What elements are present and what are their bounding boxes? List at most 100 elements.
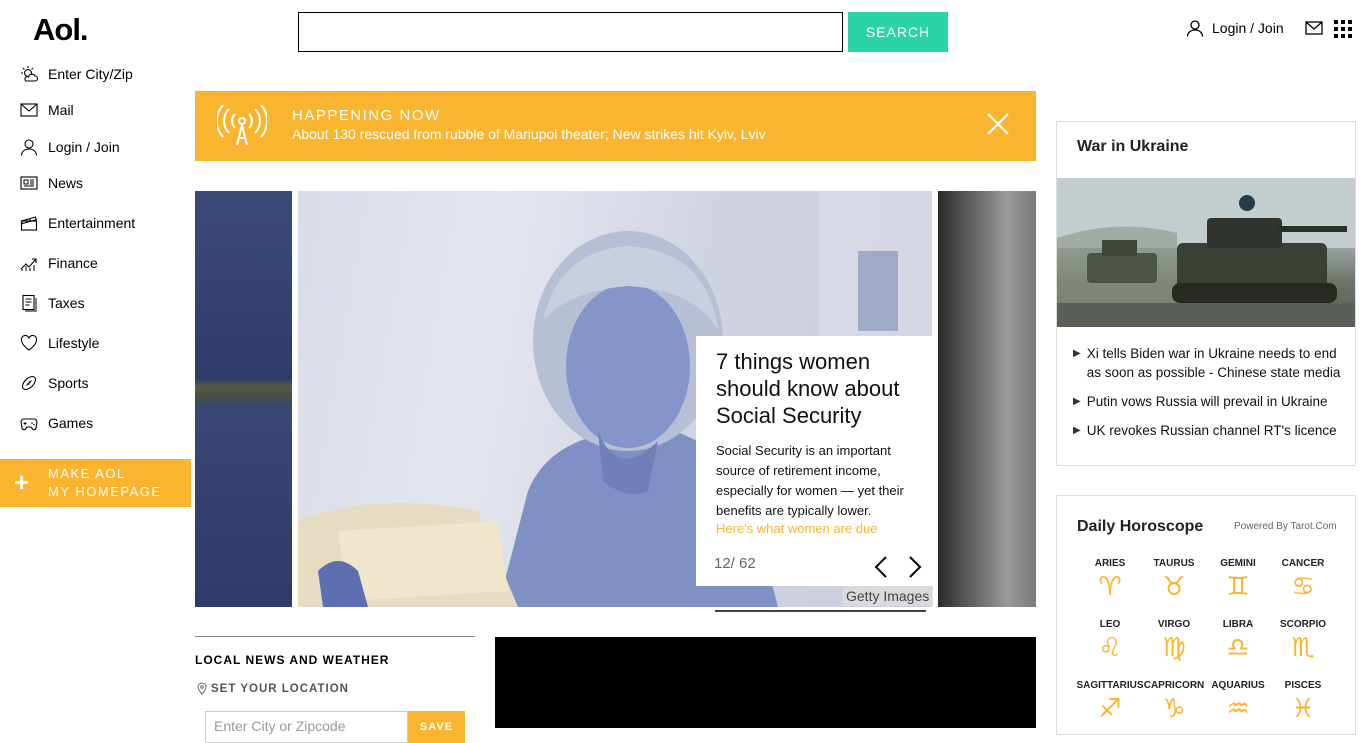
module-title: Daily Horoscope: [1077, 518, 1204, 535]
happening-now-banner[interactable]: HAPPENING NOW About 130 rescued from rub…: [195, 91, 1036, 161]
close-icon[interactable]: [987, 113, 1009, 135]
sidebar-item-lifestyle[interactable]: Lifestyle: [20, 333, 99, 353]
leo-icon: ♌: [1098, 633, 1122, 663]
sidebar-item-sports[interactable]: Sports: [20, 373, 88, 393]
chart-icon: [20, 258, 37, 271]
sign-aries[interactable]: ARIES ♈: [1075, 558, 1145, 602]
pisces-icon: ♓: [1291, 694, 1315, 724]
play-triangle-icon: ▶: [1073, 348, 1081, 359]
sidebar-item-taxes[interactable]: Taxes: [20, 293, 85, 313]
carousel-description: Social Security is an important source o…: [716, 443, 904, 518]
slide-counter: 12/ 62: [714, 555, 756, 572]
document-icon: [22, 294, 37, 312]
carousel-caption-card: 7 things women should know about Social …: [696, 336, 938, 586]
football-icon: [21, 375, 37, 391]
sign-pisces[interactable]: PISCES ♓: [1268, 680, 1338, 724]
previous-slide-image[interactable]: [195, 191, 292, 607]
ukraine-story-link[interactable]: ▶ Putin vows Russia will prevail in Ukra…: [1073, 392, 1343, 411]
photo-credit: Getty Images: [842, 586, 934, 606]
save-location-button[interactable]: SAVE: [408, 711, 465, 743]
mail-icon[interactable]: [1305, 20, 1323, 36]
sign-virgo[interactable]: VIRGO ♍: [1139, 619, 1209, 663]
sidebar-item-login[interactable]: Login / Join: [20, 137, 120, 157]
chevron-right-icon[interactable]: [908, 555, 922, 579]
local-news-widget: LOCAL NEWS AND WEATHER SET YOUR LOCATION…: [195, 636, 475, 743]
user-icon: [1186, 20, 1204, 37]
search-input[interactable]: [298, 12, 843, 52]
gemini-icon: ♊: [1226, 572, 1250, 602]
plus-icon: +: [14, 467, 30, 497]
sidebar-item-entertainment[interactable]: Entertainment: [20, 213, 135, 233]
video-player[interactable]: [495, 637, 1036, 728]
scorpio-icon: ♏: [1291, 633, 1315, 663]
module-title[interactable]: War in Ukraine: [1077, 138, 1188, 156]
sign-cancer[interactable]: CANCER ♋: [1268, 558, 1338, 602]
header-login-link[interactable]: Login / Join: [1186, 18, 1284, 38]
next-slide-image[interactable]: [938, 191, 1036, 607]
sidebar-item-news[interactable]: News: [20, 173, 83, 193]
banner-heading: HAPPENING NOW: [292, 107, 441, 124]
taurus-icon: ♉: [1162, 572, 1186, 602]
user-icon: [20, 139, 38, 156]
sign-gemini[interactable]: GEMINI ♊: [1203, 558, 1273, 602]
sidebar-item-label: Lifestyle: [48, 335, 100, 351]
ukraine-story-link[interactable]: ▶ Xi tells Biden war in Ukraine needs to…: [1073, 344, 1343, 382]
play-triangle-icon: ▶: [1073, 396, 1081, 407]
make-homepage-label: MAKE AOL MY HOMEPAGE: [48, 466, 162, 499]
sign-scorpio[interactable]: SCORPIO ♏: [1268, 619, 1338, 663]
sign-libra[interactable]: LIBRA ♎: [1203, 619, 1273, 663]
heart-icon: [20, 334, 38, 351]
capricorn-icon: ♑: [1162, 694, 1186, 724]
sidebar-item-label: News: [48, 175, 84, 191]
sidebar-item-label: Taxes: [48, 295, 85, 311]
set-location-label[interactable]: SET YOUR LOCATION: [197, 682, 349, 695]
powered-by-label[interactable]: Powered By Tarot.Com: [1234, 521, 1337, 532]
sidebar-item-games[interactable]: Games: [20, 413, 93, 433]
libra-icon: ♎: [1226, 633, 1250, 663]
sidebar-item-label: Mail: [48, 102, 74, 118]
ukraine-story-link[interactable]: ▶ UK revokes Russian channel RT's licenc…: [1073, 421, 1343, 440]
aquarius-icon: ♒: [1226, 694, 1250, 724]
carousel-link[interactable]: Here's what women are due: [716, 521, 877, 536]
war-in-ukraine-module: War in Ukraine ▶ Xi tells Biden war in U…: [1056, 121, 1356, 466]
sidebar-item-label: Sports: [48, 375, 89, 391]
sagittarius-icon: ♐: [1098, 694, 1122, 724]
aol-logo[interactable]: Aol.: [33, 12, 89, 48]
sidebar-item-mail[interactable]: Mail: [20, 100, 74, 120]
apps-grid-icon[interactable]: [1334, 20, 1352, 38]
virgo-icon: ♍: [1162, 633, 1186, 663]
banner-headline[interactable]: About 130 rescued from rubble of Mariupo…: [292, 126, 766, 142]
ukraine-tank-photo[interactable]: [1057, 178, 1355, 327]
divider: [715, 610, 926, 612]
sidebar-item-label: Games: [48, 415, 94, 431]
carousel-title[interactable]: 7 things women should know about Social …: [716, 348, 926, 429]
clapper-icon: [20, 216, 38, 231]
sidebar-item-finance[interactable]: Finance: [20, 253, 98, 273]
city-zip-input[interactable]: Enter City or Zipcode: [205, 711, 408, 743]
sidebar-item-label: Login / Join: [48, 139, 120, 155]
make-homepage-button[interactable]: + MAKE AOL MY HOMEPAGE: [0, 459, 191, 507]
weather-icon: [21, 66, 38, 82]
news-icon: [20, 176, 38, 190]
mail-icon: [20, 103, 38, 117]
broadcast-icon: [217, 105, 267, 146]
sidebar-item-weather[interactable]: Enter City/Zip: [20, 64, 133, 84]
sidebar-item-label: Enter City/Zip: [48, 66, 133, 82]
chevron-left-icon[interactable]: [874, 555, 888, 579]
aries-icon: ♈: [1098, 572, 1122, 602]
sign-taurus[interactable]: TAURUS ♉: [1139, 558, 1209, 602]
sign-aquarius[interactable]: AQUARIUS ♒: [1203, 680, 1273, 724]
cancer-icon: ♋: [1291, 572, 1315, 602]
sign-sagittarius[interactable]: SAGITTARIUS ♐: [1075, 680, 1145, 724]
play-triangle-icon: ▶: [1073, 425, 1081, 436]
search-button[interactable]: SEARCH: [848, 12, 948, 52]
header-login-label: Login / Join: [1212, 20, 1284, 36]
sidebar-item-label: Entertainment: [48, 215, 136, 231]
gamepad-icon: [20, 418, 38, 431]
sidebar-item-label: Finance: [48, 255, 98, 271]
local-news-heading: LOCAL NEWS AND WEATHER: [195, 653, 390, 667]
daily-horoscope-module: Daily Horoscope Powered By Tarot.Com ARI…: [1056, 495, 1356, 735]
sign-capricorn[interactable]: CAPRICORN ♑: [1139, 680, 1209, 724]
location-pin-icon: [197, 682, 207, 695]
sign-leo[interactable]: LEO ♌: [1075, 619, 1145, 663]
